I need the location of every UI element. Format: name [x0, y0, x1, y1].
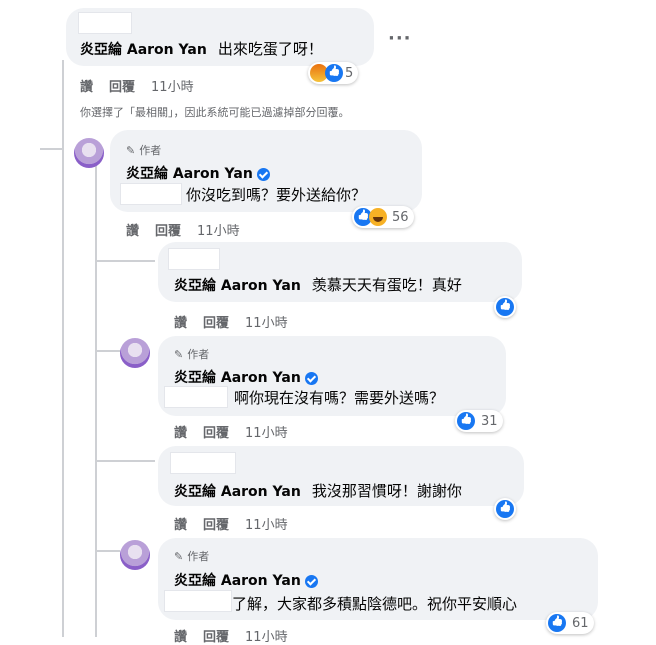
- reply-text: 我沒那習慣呀！謝謝你: [311, 482, 462, 500]
- reply-button[interactable]: 回覆: [203, 422, 229, 441]
- reply-actions: 讚 回覆 11小時: [126, 220, 240, 239]
- thread-line: [95, 350, 120, 352]
- haha-icon: [369, 208, 387, 226]
- pen-icon: ✎: [174, 549, 184, 563]
- timestamp[interactable]: 11小時: [245, 626, 288, 645]
- like-button[interactable]: 讚: [174, 422, 187, 441]
- reply-text: 了解，大家都多積點陰德吧。祝你平安順心: [232, 595, 518, 613]
- author-badge: ✎ 作者: [174, 549, 210, 564]
- reply-button[interactable]: 回覆: [203, 514, 229, 533]
- avatar[interactable]: [74, 138, 104, 168]
- like-button[interactable]: 讚: [174, 514, 187, 533]
- avatar[interactable]: [120, 338, 150, 368]
- reaction-summary[interactable]: [494, 498, 516, 520]
- like-icon: [496, 298, 514, 316]
- reaction-summary[interactable]: 5: [308, 62, 359, 84]
- reaction-count: 56: [392, 209, 409, 225]
- thread-line: [95, 260, 155, 262]
- reaction-summary[interactable]: 31: [455, 410, 503, 432]
- reply-button[interactable]: 回覆: [203, 312, 229, 331]
- reply-text: 你沒吃到嗎？要外送給你？: [186, 186, 367, 204]
- reply-author-name[interactable]: 炎亞綸 Aaron Yan: [174, 570, 318, 590]
- reply-author-name[interactable]: 炎亞綸 Aaron Yan: [126, 163, 270, 183]
- reply-actions: 讚 回覆 11小時: [174, 312, 288, 331]
- reply-line: 炎亞綸 Aaron Yan 我沒那習慣呀！謝謝你: [174, 480, 462, 501]
- reply-button[interactable]: 回覆: [155, 220, 181, 239]
- author-badge: ✎ 作者: [174, 347, 210, 362]
- reply-button[interactable]: 回覆: [203, 626, 229, 645]
- like-button[interactable]: 讚: [80, 76, 93, 95]
- timestamp[interactable]: 11小時: [197, 220, 240, 239]
- reply-line: 炎亞綸 Aaron Yan 羡慕天天有蛋吃！真好: [174, 274, 462, 295]
- like-icon: [496, 500, 514, 518]
- redacted-mention: [164, 386, 228, 408]
- like-button[interactable]: 讚: [174, 312, 187, 331]
- timestamp[interactable]: 11小時: [151, 76, 194, 95]
- reply-text: 羡慕天天有蛋吃！真好: [311, 276, 462, 294]
- reaction-summary[interactable]: [494, 296, 516, 318]
- thread-line: [40, 148, 62, 150]
- comment-text: 出來吃蛋了呀！: [217, 40, 323, 58]
- thread-line: [62, 60, 64, 637]
- reaction-summary[interactable]: 61: [546, 612, 594, 634]
- redacted-name: [168, 248, 220, 270]
- thread-line: [95, 160, 97, 637]
- reaction-count: 31: [481, 413, 498, 429]
- thread-line: [95, 550, 120, 552]
- mention-name[interactable]: 炎亞綸 Aaron Yan: [174, 278, 301, 294]
- reply-actions: 讚 回覆 11小時: [174, 514, 288, 533]
- timestamp[interactable]: 11小時: [245, 514, 288, 533]
- redacted-mention: [120, 183, 182, 205]
- verified-icon: [256, 167, 270, 181]
- like-button[interactable]: 讚: [126, 220, 139, 239]
- redacted-mention: [164, 590, 232, 612]
- timestamp[interactable]: 11小時: [245, 312, 288, 331]
- like-icon: [457, 412, 475, 430]
- commenter-name[interactable]: 炎亞綸 Aaron Yan: [80, 42, 207, 58]
- reply-text: 啊你現在沒有嗎？需要外送嗎？: [234, 389, 445, 407]
- reaction-summary[interactable]: 56: [352, 206, 414, 228]
- more-options-icon[interactable]: ···: [388, 28, 412, 49]
- reaction-count: 5: [345, 65, 354, 81]
- redacted-name: [78, 12, 132, 34]
- thread-line: [95, 460, 155, 462]
- reply-author-name[interactable]: 炎亞綸 Aaron Yan: [174, 367, 318, 387]
- filter-notice: 你選擇了「最相關」，因此系統可能已過濾掉部分回覆。: [80, 106, 350, 119]
- like-icon: [325, 64, 343, 82]
- mention-name[interactable]: 炎亞綸 Aaron Yan: [174, 484, 301, 500]
- reply-actions: 讚 回覆 11小時: [174, 626, 288, 645]
- pen-icon: ✎: [174, 347, 184, 361]
- top-comment-line: 炎亞綸 Aaron Yan 出來吃蛋了呀！: [80, 38, 323, 59]
- timestamp[interactable]: 11小時: [245, 422, 288, 441]
- verified-icon: [304, 371, 318, 385]
- like-button[interactable]: 讚: [174, 626, 187, 645]
- pen-icon: ✎: [126, 143, 136, 157]
- verified-icon: [304, 574, 318, 588]
- reply-actions: 讚 回覆 11小時: [174, 422, 288, 441]
- like-icon: [548, 614, 566, 632]
- reaction-count: 61: [572, 615, 589, 631]
- avatar[interactable]: [120, 540, 150, 570]
- reply-button[interactable]: 回覆: [109, 76, 135, 95]
- comment-actions: 讚 回覆 11小時: [80, 76, 194, 95]
- redacted-name: [170, 452, 236, 474]
- author-badge: ✎ 作者: [126, 143, 162, 158]
